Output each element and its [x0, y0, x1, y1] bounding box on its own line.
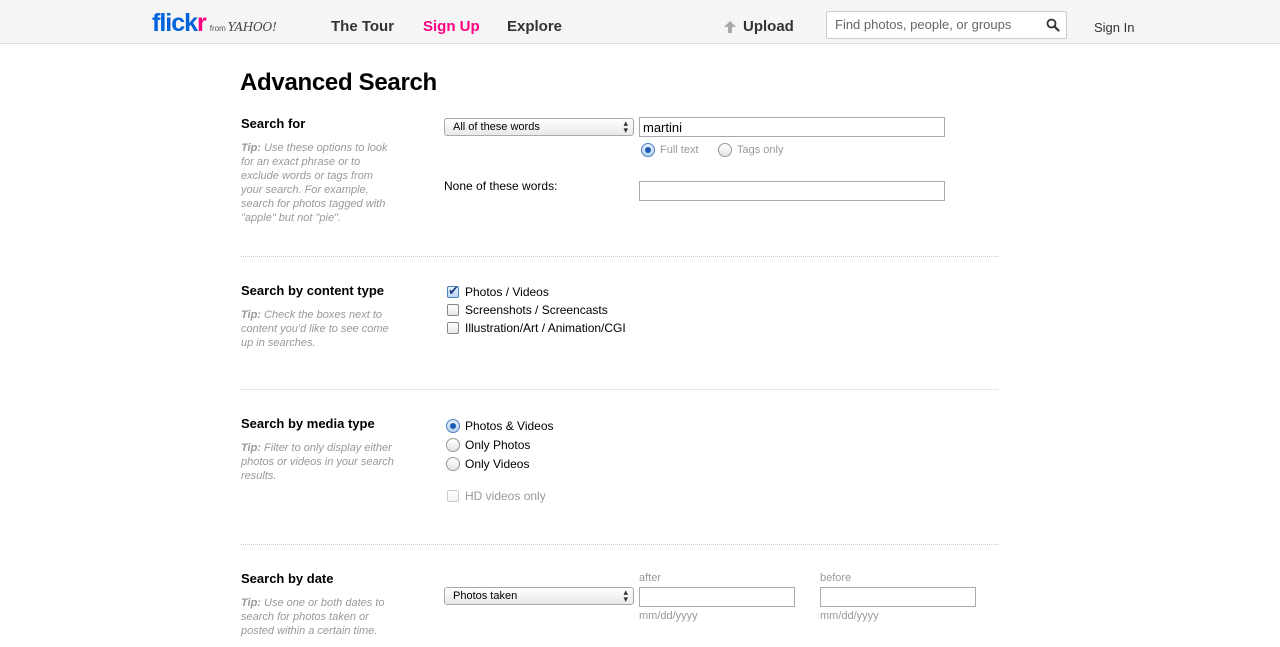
none-of-these-words-label: None of these words:: [444, 179, 558, 193]
after-format-hint: mm/dd/yyyy: [639, 610, 698, 622]
nav-sign-up[interactable]: Sign Up: [423, 18, 480, 35]
section-divider: [241, 544, 998, 545]
header-search-box: [826, 11, 1067, 39]
tip-text: Check the boxes next to content you'd li…: [241, 309, 389, 349]
screenshots-label: Screenshots / Screencasts: [465, 303, 608, 317]
search-mode-value: All of these words: [453, 121, 540, 133]
search-for-title: Search for: [241, 116, 306, 131]
upload-link[interactable]: Upload: [723, 18, 794, 35]
media-type-tip: Tip: Filter to only display either photo…: [241, 441, 396, 483]
date-mode-value: Photos taken: [453, 590, 518, 602]
radio-only-videos[interactable]: [446, 457, 460, 471]
tip-label: Tip:: [241, 597, 261, 609]
radio-photos-and-videos[interactable]: [446, 419, 460, 433]
search-icon[interactable]: [1046, 18, 1060, 32]
search-mode-select[interactable]: All of these words ▴ ▾: [444, 118, 634, 136]
none-of-these-words-input[interactable]: [639, 181, 945, 201]
only-videos-label: Only Videos: [465, 457, 530, 471]
after-label: after: [639, 572, 662, 584]
checkbox-photos-videos[interactable]: [447, 283, 459, 299]
checkbox-hd-videos[interactable]: [447, 490, 459, 502]
tip-text: Filter to only display either photos or …: [241, 442, 394, 482]
photos-and-videos-label: Photos & Videos: [465, 419, 554, 433]
select-arrows-icon: ▴ ▾: [623, 118, 628, 135]
photos-videos-label: Photos / Videos: [465, 285, 549, 299]
flickr-logo[interactable]: flick r from YAHOO!: [152, 8, 277, 36]
before-label: before: [820, 572, 852, 584]
date-after-input[interactable]: [639, 587, 795, 607]
nav-the-tour[interactable]: The Tour: [331, 18, 394, 35]
hd-videos-label: HD videos only: [465, 489, 546, 503]
top-header: flick r from YAHOO! The Tour Sign Up Expl…: [0, 0, 1280, 44]
radio-only-photos[interactable]: [446, 438, 460, 452]
date-tip: Tip: Use one or both dates to search for…: [241, 596, 396, 638]
tags-only-label: Tags only: [737, 144, 784, 156]
upload-arrow-icon: [724, 20, 736, 33]
only-photos-label: Only Photos: [465, 438, 531, 452]
full-text-label: Full text: [660, 144, 699, 156]
logo-from: from: [209, 24, 226, 33]
header-search-input[interactable]: [835, 17, 1035, 32]
sign-in-link[interactable]: Sign In: [1094, 20, 1134, 35]
logo-r: r: [197, 9, 207, 37]
date-mode-select[interactable]: Photos taken ▴ ▾: [444, 587, 634, 605]
page-title: Advanced Search: [240, 69, 437, 96]
upload-label: Upload: [743, 18, 794, 35]
logo-flick: flick: [152, 9, 198, 37]
content-type-tip: Tip: Check the boxes next to content you…: [241, 308, 396, 350]
search-query-input[interactable]: [639, 117, 945, 137]
before-format-hint: mm/dd/yyyy: [820, 610, 879, 622]
checkbox-screenshots[interactable]: [447, 304, 459, 316]
checkbox-illustration[interactable]: [447, 322, 459, 334]
date-title: Search by date: [241, 571, 334, 586]
search-for-tip: Tip: Use these options to look for an ex…: [241, 141, 396, 225]
radio-tags-only[interactable]: [718, 143, 732, 157]
nav-explore[interactable]: Explore: [507, 18, 562, 35]
section-divider: [241, 256, 998, 257]
illustration-label: Illustration/Art / Animation/CGI: [465, 321, 626, 335]
date-before-input[interactable]: [820, 587, 976, 607]
tip-text: Use these options to look for an exact p…: [241, 142, 388, 224]
section-divider: [241, 389, 998, 390]
logo-yahoo: YAHOO!: [227, 20, 277, 34]
tip-label: Tip:: [241, 142, 261, 154]
media-type-title: Search by media type: [241, 416, 375, 431]
content-type-title: Search by content type: [241, 283, 385, 298]
tip-label: Tip:: [241, 442, 261, 454]
tip-label: Tip:: [241, 309, 261, 321]
radio-full-text[interactable]: [641, 143, 655, 157]
select-arrows-icon: ▴ ▾: [623, 587, 628, 604]
tip-text: Use one or both dates to search for phot…: [241, 597, 385, 637]
